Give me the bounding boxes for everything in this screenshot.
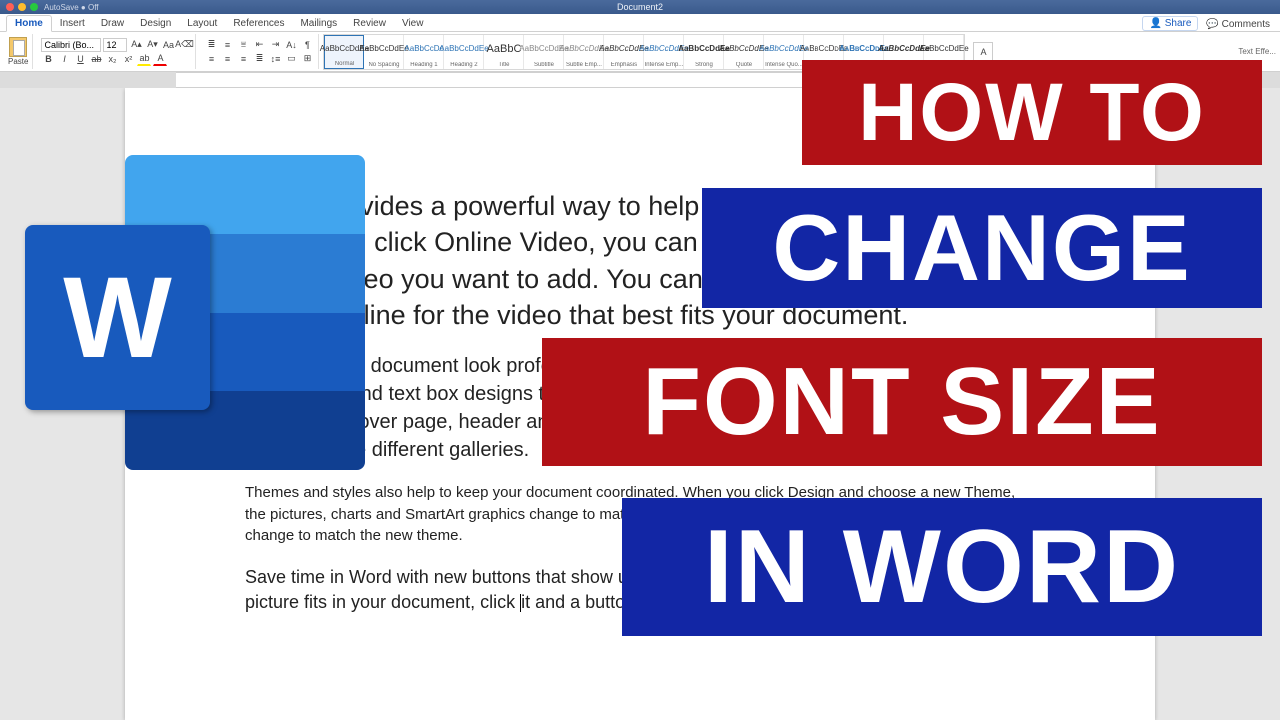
highlight-color-icon[interactable]: ab [137, 52, 151, 66]
styles-pane-icon[interactable]: A [973, 42, 993, 62]
decrease-indent-icon[interactable]: ⇤ [252, 38, 266, 52]
minimize-window-icon[interactable] [18, 3, 26, 11]
line-spacing-icon[interactable]: ↕≡ [268, 52, 282, 66]
autosave-toggle[interactable]: AutoSave ● Off [44, 3, 99, 12]
show-marks-icon[interactable]: ¶ [300, 38, 314, 52]
word-logo-w-tile: W [25, 225, 210, 410]
align-right-icon[interactable]: ≡ [236, 52, 250, 66]
close-window-icon[interactable] [6, 3, 14, 11]
shading-icon[interactable]: ▭ [284, 52, 298, 66]
font-color-icon[interactable]: A [153, 52, 167, 66]
tab-layout[interactable]: Layout [179, 16, 225, 31]
subscript-button[interactable]: x₂ [105, 52, 119, 66]
overlay-text-4: IN WORD [622, 498, 1262, 636]
bold-button[interactable]: B [41, 52, 55, 66]
paste-icon [9, 37, 27, 57]
multilevel-list-icon[interactable]: ⩸ [236, 38, 250, 52]
increase-indent-icon[interactable]: ⇥ [268, 38, 282, 52]
numbering-icon[interactable]: ≡ [220, 38, 234, 52]
align-center-icon[interactable]: ≡ [220, 52, 234, 66]
style-heading-2[interactable]: AaBbCcDdEeHeading 2 [444, 35, 484, 69]
comments-label: Comments [1222, 19, 1270, 30]
tab-insert[interactable]: Insert [52, 16, 93, 31]
change-case-icon[interactable]: Aa [161, 38, 175, 52]
clipboard-group: Paste [4, 34, 33, 69]
clear-formatting-icon[interactable]: A⌫ [177, 38, 191, 52]
superscript-button[interactable]: x² [121, 52, 135, 66]
align-left-icon[interactable]: ≡ [204, 52, 218, 66]
increase-font-icon[interactable]: A▴ [129, 38, 143, 52]
paste-label: Paste [8, 57, 28, 66]
strikethrough-button[interactable]: ab [89, 52, 103, 66]
mac-titlebar: AutoSave ● Off Document2 [0, 0, 1280, 14]
style-intense-quote[interactable]: AaBbCcDdEeIntense Quo... [764, 35, 804, 69]
paste-button[interactable]: Paste [8, 37, 28, 66]
bullets-icon[interactable]: ≣ [204, 38, 218, 52]
tab-mailings[interactable]: Mailings [292, 16, 345, 31]
maximize-window-icon[interactable] [30, 3, 38, 11]
word-logo-letter: W [63, 252, 172, 384]
style-no-spacing[interactable]: AaBbCcDdEeNo Spacing [364, 35, 404, 69]
overlay-text-3: FONT SIZE [542, 338, 1262, 466]
tab-draw[interactable]: Draw [93, 16, 132, 31]
tab-home[interactable]: Home [6, 15, 52, 32]
tab-view[interactable]: View [394, 16, 432, 31]
document-title: Document2 [617, 2, 663, 12]
decrease-font-icon[interactable]: A▾ [145, 38, 159, 52]
font-size-selector[interactable] [103, 38, 127, 52]
justify-icon[interactable]: ≣ [252, 52, 266, 66]
comments-button[interactable]: 💬 Comments [1202, 18, 1274, 31]
underline-button[interactable]: U [73, 52, 87, 66]
traffic-lights [6, 3, 38, 11]
share-button[interactable]: 👤 Share [1142, 16, 1198, 31]
font-name-selector[interactable] [41, 38, 101, 52]
tab-references[interactable]: References [225, 16, 292, 31]
text-effects-label[interactable]: Text Effe... [1238, 47, 1276, 56]
paragraph-group: ≣ ≡ ⩸ ⇤ ⇥ A↓ ¶ ≡ ≡ ≡ ≣ ↕≡ ▭ ⊞ [200, 34, 319, 69]
overlay-text-1: HOW TO [802, 60, 1262, 165]
word-logo-overlay: W [25, 155, 370, 475]
sort-icon[interactable]: A↓ [284, 38, 298, 52]
overlay-text-2: CHANGE [702, 188, 1262, 308]
borders-icon[interactable]: ⊞ [300, 52, 314, 66]
ribbon-tabs: Home Insert Draw Design Layout Reference… [0, 14, 1280, 32]
italic-button[interactable]: I [57, 52, 71, 66]
font-group: A▴ A▾ Aa A⌫ B I U ab x₂ x² ab A [37, 34, 196, 69]
share-label: Share [1165, 18, 1192, 29]
tab-design[interactable]: Design [132, 16, 179, 31]
tab-review[interactable]: Review [345, 16, 394, 31]
